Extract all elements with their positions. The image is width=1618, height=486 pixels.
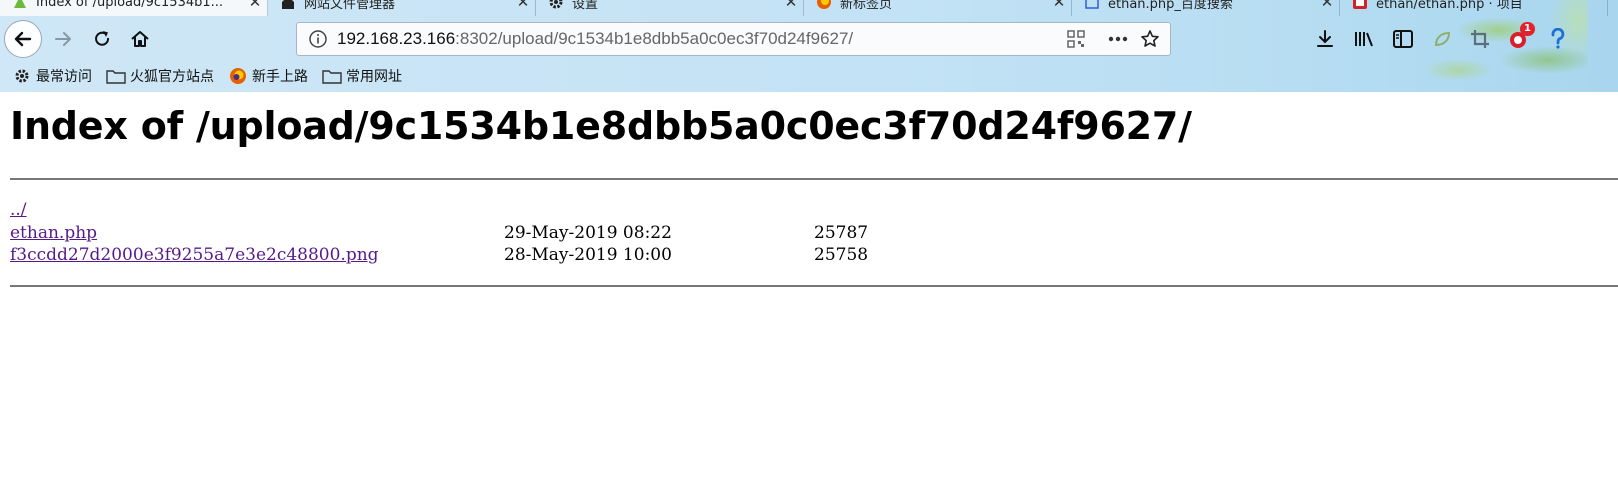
browser-chrome: Index of /upload/9c1534b1... ✕ 网站文件管理器 ✕… [0, 0, 1618, 92]
home-icon [131, 31, 149, 47]
close-icon[interactable]: ✕ [779, 0, 803, 11]
gear-icon [12, 67, 32, 85]
bookmark-most-visited[interactable]: 最常访问 [12, 66, 92, 86]
tab-index-of-upload[interactable]: Index of /upload/9c1534b1... ✕ [0, 0, 268, 16]
divider [10, 285, 1618, 287]
page-icon [12, 0, 28, 10]
close-icon[interactable]: ✕ [1047, 0, 1071, 11]
tab-strip: Index of /upload/9c1534b1... ✕ 网站文件管理器 ✕… [0, 0, 1618, 16]
bookmark-label: 火狐官方站点 [130, 69, 214, 85]
library-button[interactable] [1346, 21, 1382, 57]
close-icon[interactable]: ✕ [1315, 0, 1339, 11]
bookmark-label: 新手上路 [252, 69, 308, 85]
back-button[interactable] [4, 20, 42, 58]
help-button[interactable] [1540, 21, 1576, 57]
close-icon[interactable]: ✕ [243, 0, 267, 11]
tab-title: 网站文件管理器 [304, 0, 396, 12]
home-button[interactable] [122, 21, 158, 57]
tab-new-tab[interactable]: 新标签页 ✕ [804, 0, 1072, 16]
tab-repo[interactable]: ethan/ethan.php · 项目 [1340, 0, 1608, 16]
notifications-button[interactable]: 1 [1501, 21, 1537, 57]
file-date: 29-May-2019 08:22 [504, 222, 672, 243]
navigation-toolbar: 192.168.23.166:8302/upload/9c1534b1e8dbb… [0, 16, 1618, 62]
url-host: 192.168.23.166 [337, 29, 456, 48]
arrow-right-icon [55, 32, 71, 46]
parent-directory-link[interactable]: ../ [10, 200, 27, 220]
notification-badge: 1 [1520, 22, 1535, 36]
tab-title: 设置 [572, 0, 599, 12]
sidebar-icon [1393, 30, 1413, 48]
repo-icon [1352, 0, 1368, 10]
qr-code-icon[interactable] [1060, 24, 1092, 54]
download-icon [1317, 30, 1333, 47]
bookmark-label: 最常访问 [36, 69, 92, 85]
help-icon [1551, 28, 1565, 49]
page-title: Index of /upload/9c1534b1e8dbb5a0c0ec3f7… [10, 104, 1192, 148]
url-text[interactable]: 192.168.23.166:8302/upload/9c1534b1e8dbb… [337, 29, 1060, 49]
bookmark-label: 常用网址 [346, 69, 402, 85]
extension-button[interactable] [1424, 21, 1460, 57]
site-icon [280, 0, 296, 10]
tab-settings[interactable]: 设置 ✕ [536, 0, 804, 16]
sidebar-button[interactable] [1385, 21, 1421, 57]
file-size: 25758 [814, 245, 869, 265]
bookmark-star-icon[interactable] [1134, 24, 1166, 54]
downloads-button[interactable] [1307, 21, 1343, 57]
tab-baidu-search[interactable]: ethan.php_百度搜索 ✕ [1072, 0, 1340, 16]
screenshot-button[interactable] [1462, 21, 1498, 57]
tab-site-manager[interactable]: 网站文件管理器 ✕ [268, 0, 536, 16]
address-bar[interactable]: 192.168.23.166:8302/upload/9c1534b1e8dbb… [296, 22, 1171, 56]
reload-icon [95, 31, 110, 46]
url-path: :8302/upload/9c1534b1e8dbb5a0c0ec3f70d24… [455, 29, 854, 48]
file-size: 25787 [814, 222, 869, 243]
gear-icon [548, 0, 564, 10]
file-link[interactable]: ethan.php [10, 223, 97, 243]
bookmark-getting-started[interactable]: 新手上路 [228, 66, 308, 86]
firefox-icon [816, 0, 832, 10]
crop-icon [1471, 30, 1489, 48]
tab-title: Index of /upload/9c1534b1... [36, 0, 224, 10]
leaf-extension-icon [1434, 31, 1451, 47]
divider [10, 178, 1618, 180]
library-icon [1355, 32, 1373, 47]
folder-icon [322, 67, 342, 85]
bookmarks-toolbar: 最常访问 火狐官方站点 新手上路 常用网址 [0, 62, 1618, 90]
file-link[interactable]: f3ccdd27d2000e3f9255a7e3e2c48800.png [10, 245, 379, 265]
tab-title: 新标签页 [840, 0, 893, 12]
close-icon[interactable]: ✕ [511, 0, 535, 11]
forward-button[interactable] [45, 21, 81, 57]
bookmark-common-sites[interactable]: 常用网址 [322, 66, 402, 86]
arrow-left-icon [14, 31, 32, 47]
folder-icon [106, 67, 126, 85]
doc-icon [1084, 0, 1100, 10]
page-content: Index of /upload/9c1534b1e8dbb5a0c0ec3f7… [0, 92, 1618, 486]
firefox-icon [228, 67, 248, 85]
reload-button[interactable] [84, 21, 120, 57]
bookmark-firefox-official[interactable]: 火狐官方站点 [106, 66, 214, 86]
tab-title: ethan/ethan.php · 项目 [1376, 0, 1523, 12]
info-icon[interactable] [303, 24, 333, 54]
page-actions-icon[interactable] [1102, 24, 1134, 54]
file-date: 28-May-2019 10:00 [504, 245, 672, 265]
tab-title: ethan.php_百度搜索 [1108, 0, 1233, 12]
